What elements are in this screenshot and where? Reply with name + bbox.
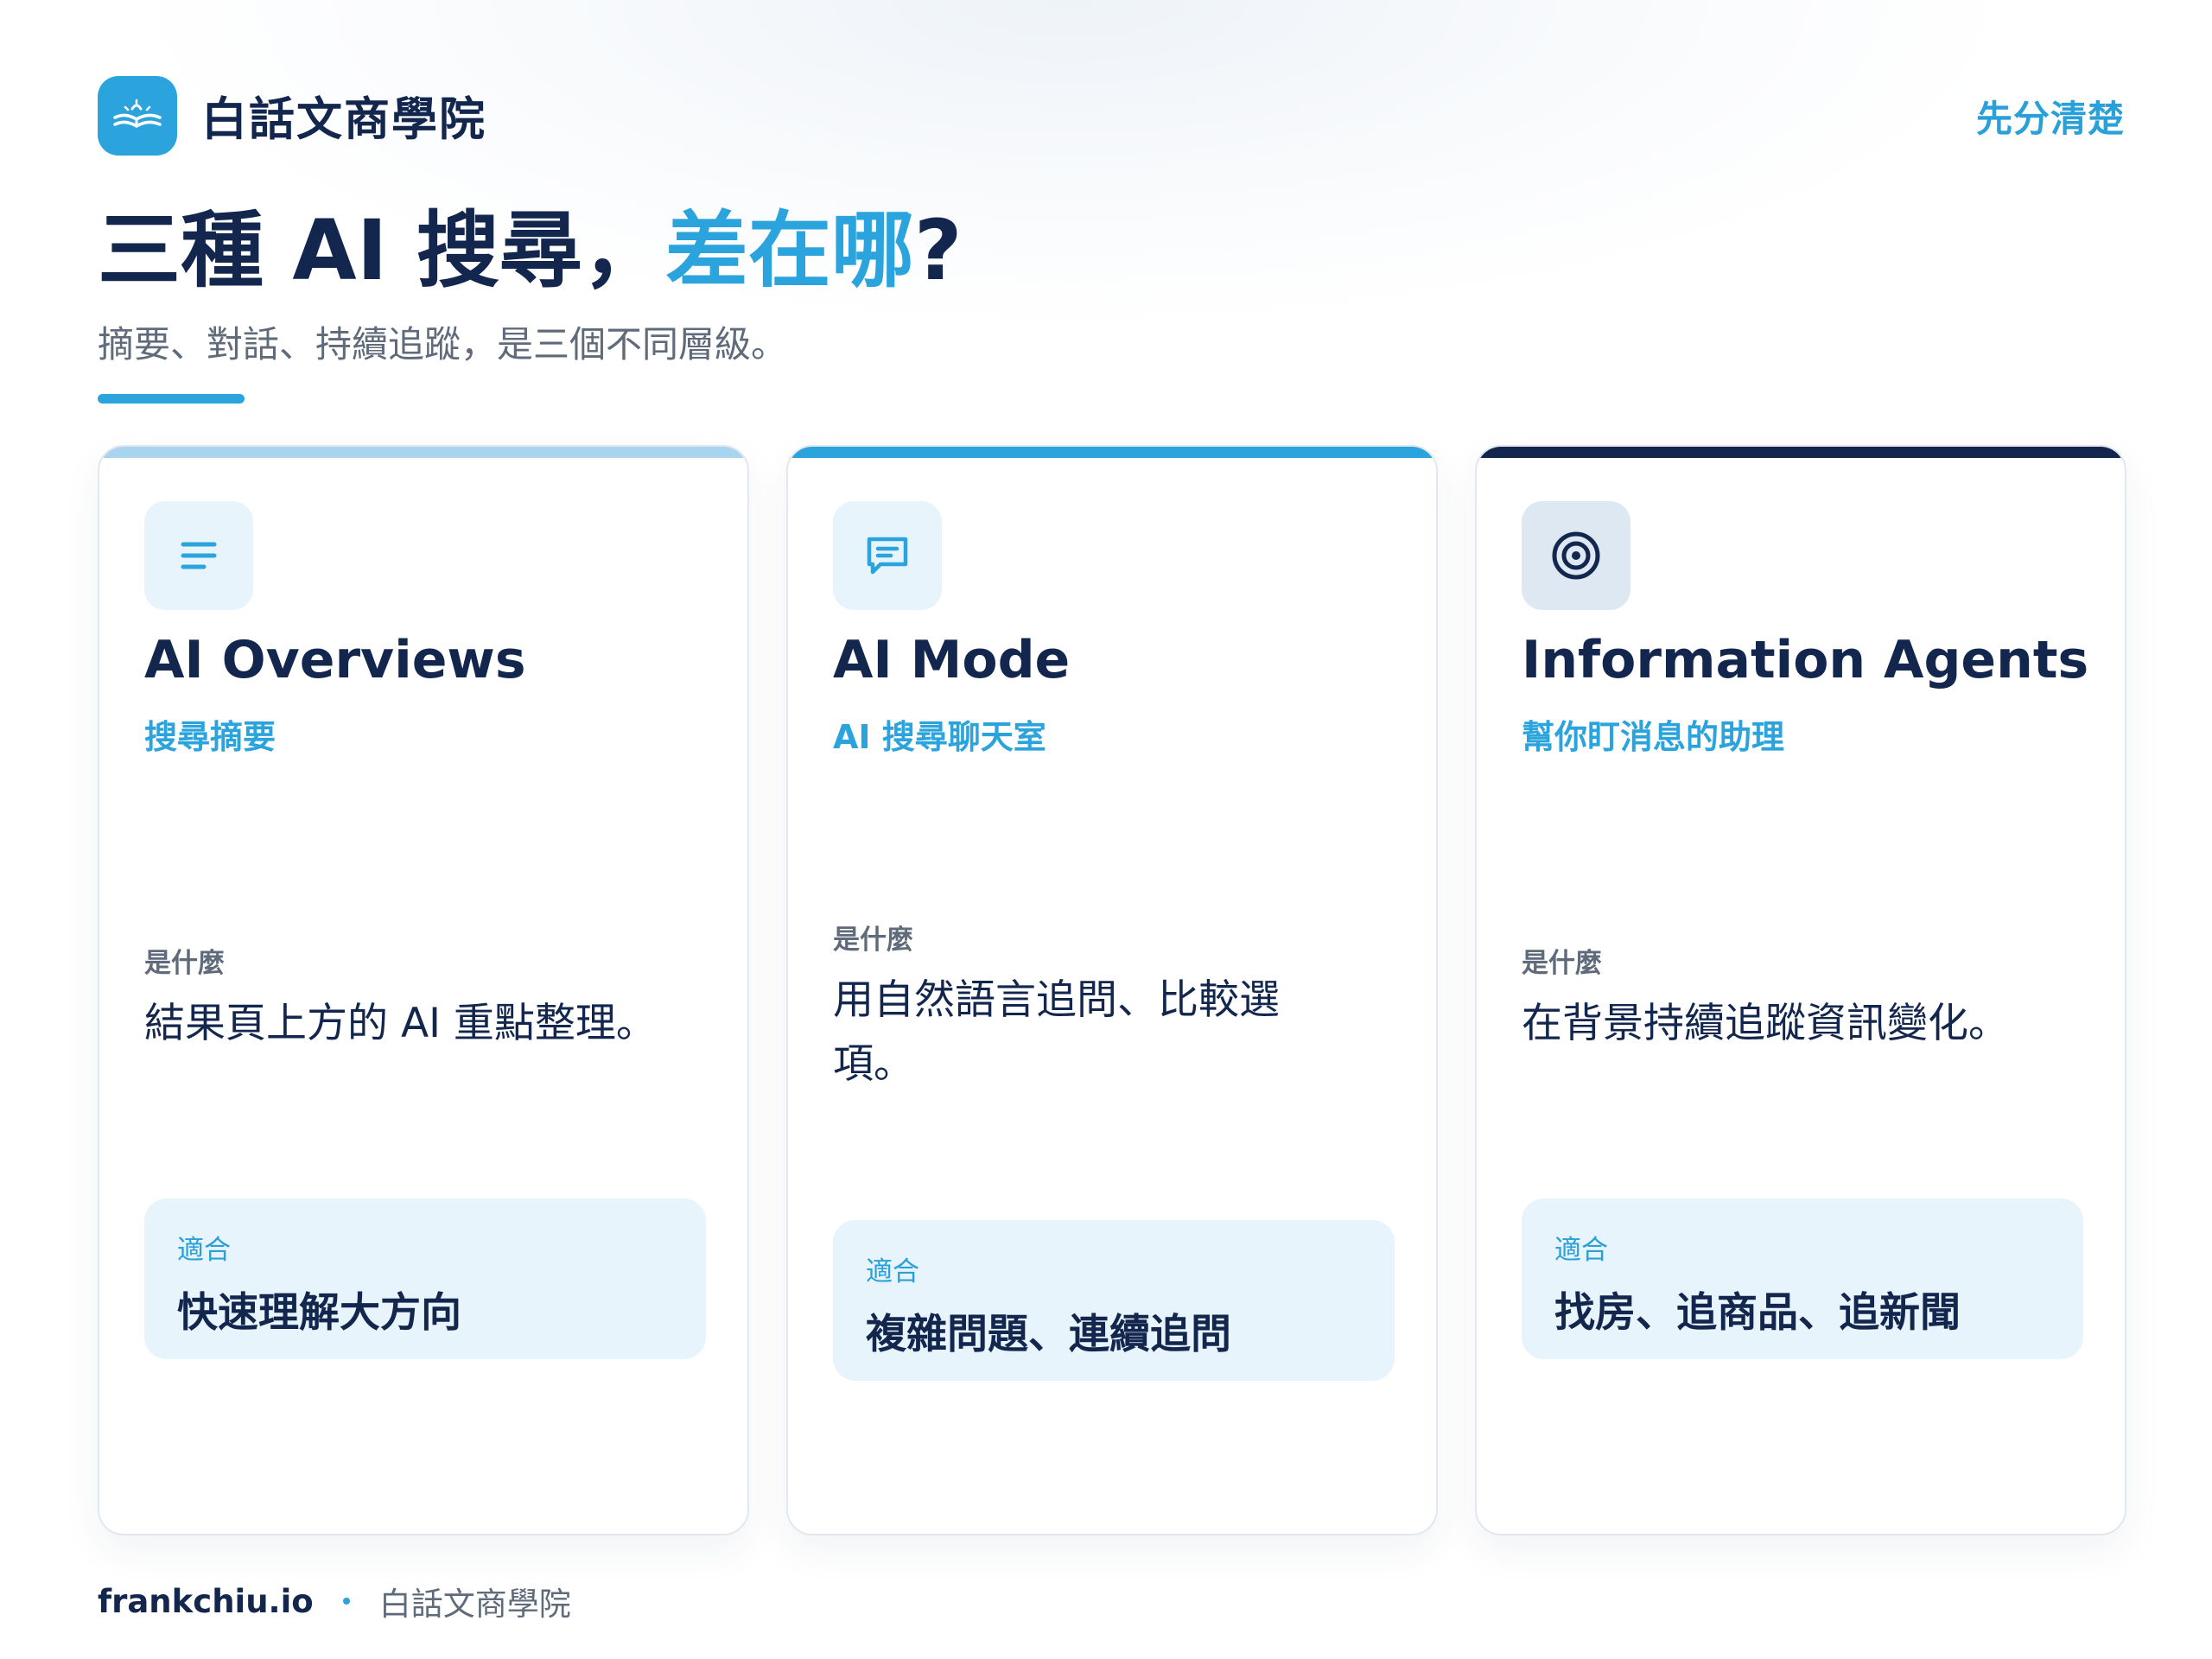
- page-title: 三種 AI 搜尋，差在哪?: [98, 199, 963, 302]
- what-text: 結果頁上方的 AI 重點整理。: [144, 1000, 657, 1047]
- card-fit-box: 適合 快速理解大方向: [144, 1198, 706, 1359]
- target-icon: [1522, 501, 1630, 610]
- card-title: AI Mode: [833, 630, 1071, 690]
- card-accent-bar: [1477, 447, 2125, 458]
- fit-label: 適合: [866, 1256, 919, 1287]
- title-underline: [98, 394, 245, 404]
- what-text: 在背景持續追蹤資訊變化。: [1522, 1000, 2009, 1047]
- chat-bubble-icon: [833, 501, 942, 610]
- what-label: 是什麼: [144, 948, 225, 979]
- fit-label: 適合: [177, 1235, 231, 1266]
- card-subtitle: 搜尋摘要: [144, 718, 276, 756]
- card-fit-box: 適合 找房、追商品、追新聞: [1522, 1198, 2083, 1359]
- card-subtitle: AI 搜尋聊天室: [833, 718, 1046, 756]
- what-text: 用自然語言追問、比較選項。: [833, 976, 1280, 1088]
- card-information-agents: Information Agents 幫你盯消息的助理 是什麼 在背景持續追蹤資…: [1475, 445, 2126, 1535]
- card-accent-bar: [99, 447, 747, 458]
- card-what: 是什麼 用自然語言追問、比較選項。: [833, 918, 1351, 1096]
- card-title: Information Agents: [1522, 630, 2089, 690]
- footer-separator-dot: [342, 1598, 350, 1605]
- card-what: 是什麼 結果頁上方的 AI 重點整理。: [144, 941, 706, 1056]
- fit-text: 快速理解大方向: [177, 1289, 461, 1337]
- card-subtitle: 幫你盯消息的助理: [1522, 718, 1785, 756]
- open-book-icon: [98, 76, 177, 156]
- footer: frankchiu.io 白話文商學院: [98, 1578, 571, 1624]
- footer-brand: 白話文商學院: [378, 1586, 571, 1623]
- title-part-2: ?: [913, 202, 963, 299]
- card-ai-overviews: AI Overviews 搜尋摘要 是什麼 結果頁上方的 AI 重點整理。 適合…: [98, 445, 749, 1535]
- fit-text: 複雜問題、連續追問: [866, 1311, 1231, 1358]
- card-accent-bar: [788, 447, 1436, 458]
- brand: 白話文商學院: [98, 76, 486, 156]
- text-lines-icon: [144, 501, 253, 610]
- title-highlight: 差在哪: [664, 202, 914, 299]
- fit-label: 適合: [1554, 1235, 1608, 1266]
- section-tag: 先分清楚: [1975, 98, 2125, 140]
- card-fit-box: 適合 複雜問題、連續追問: [833, 1220, 1395, 1381]
- brand-name: 白話文商學院: [201, 93, 486, 146]
- title-part-1: 三種 AI 搜尋，: [98, 202, 665, 299]
- card-title: AI Overviews: [144, 630, 526, 690]
- footer-site: frankchiu.io: [98, 1582, 314, 1620]
- what-label: 是什麼: [1522, 948, 1602, 979]
- what-label: 是什麼: [833, 925, 913, 956]
- card-what: 是什麼 在背景持續追蹤資訊變化。: [1522, 941, 2083, 1056]
- card-ai-mode: AI Mode AI 搜尋聊天室 是什麼 用自然語言追問、比較選項。 適合 複雜…: [786, 445, 1438, 1535]
- page-subtitle: 摘要、對話、持續追蹤，是三個不同層級。: [98, 323, 788, 365]
- fit-text: 找房、追商品、追新聞: [1554, 1289, 1961, 1337]
